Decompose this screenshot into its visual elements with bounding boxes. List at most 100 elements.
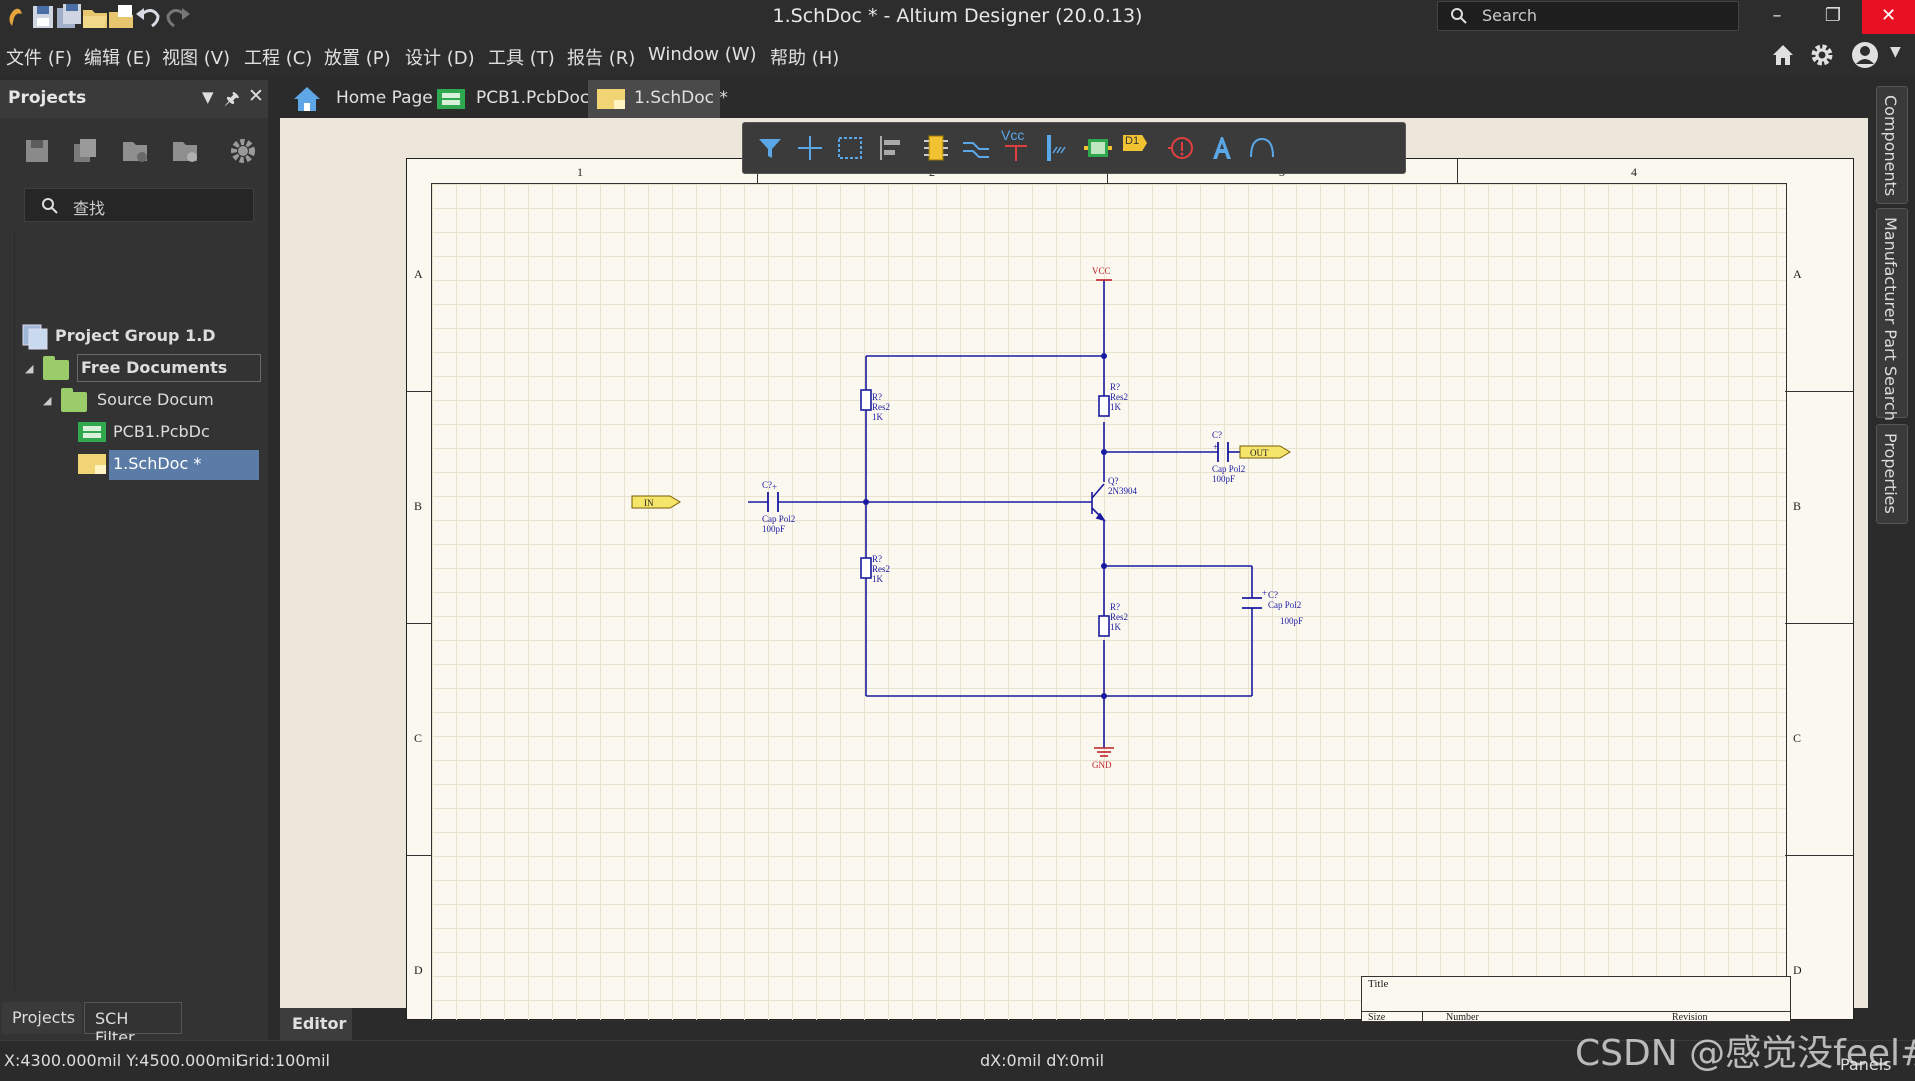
resistor-r2-body[interactable] [860,557,872,579]
select-area-icon[interactable] [833,131,867,165]
menu-help[interactable]: 帮助 (H) [770,44,839,70]
global-search-input[interactable]: Search [1437,1,1739,31]
menu-tools[interactable]: 工具 (T) [488,44,555,70]
menu-design[interactable]: 设计 (D) [405,44,475,70]
project-options-icon[interactable] [120,136,150,166]
save-project-icon[interactable] [22,136,52,166]
svg-text:C?: C? [1268,590,1278,600]
tree-free-documents[interactable]: ◢ Free Documents [21,354,261,382]
restore-button[interactable]: ❐ [1808,0,1858,34]
resistor-r4-body[interactable] [1098,615,1110,637]
svg-text:Res2: Res2 [872,402,890,412]
projects-panel-header: Projects ▼ 🖈 ✕ [0,80,268,118]
svg-text:R?: R? [872,554,882,564]
svg-text:1K: 1K [1110,622,1122,632]
close-button[interactable]: ✕ [1862,0,1915,34]
tree-project-group[interactable]: Project Group 1.D [21,322,251,350]
menu-bar: 文件 (F) 编辑 (E) 视图 (V) 工程 (C) 放置 (P) 设计 (D… [0,34,1915,76]
home-icon[interactable] [1770,42,1796,68]
tab-sch-doc[interactable]: 1.SchDoc * [588,80,728,118]
status-grid: Grid:100mil [236,1051,330,1070]
zone-col-4: 4 [1631,165,1637,179]
editor-tab[interactable]: Editor [280,1008,352,1040]
panel-menu-icon[interactable]: ▼ [202,88,214,106]
svg-text:Res2: Res2 [1110,392,1128,402]
tab-pcb-doc[interactable]: PCB1.PcbDoc [436,80,589,118]
pin-icon[interactable]: 🖈 [224,86,240,115]
pcb-doc-icon [78,422,106,442]
minimize-button[interactable]: – [1752,0,1802,34]
svg-text:+: + [772,482,777,492]
place-text-icon[interactable] [1205,131,1239,165]
expand-caret-icon[interactable]: ◢ [25,362,33,375]
port-in[interactable] [631,495,681,509]
project-group-icon [22,324,48,350]
move-cross-icon[interactable] [793,131,827,165]
cap-e-body[interactable] [1242,597,1262,609]
expand-caret-icon[interactable]: ◢ [43,394,51,407]
compile-icon[interactable] [70,136,100,166]
svg-text:GND: GND [1092,760,1112,770]
tree-sch-doc[interactable]: 1.SchDoc * [21,450,261,480]
folder-icon [61,388,87,412]
filter-icon[interactable] [753,131,787,165]
schematic-editor[interactable]: 1 2 3 4 A B C D A B C D Title Size Numbe… [280,118,1868,1023]
wires [748,280,1253,748]
place-wire-icon[interactable] [959,131,993,165]
tree-label: 1.SchDoc * [113,454,202,473]
svg-text:Cap Pol2: Cap Pol2 [1268,600,1301,610]
panel-settings-gear-icon[interactable] [228,136,258,166]
menu-edit[interactable]: 编辑 (E) [84,44,151,70]
add-existing-icon[interactable] [170,136,200,166]
tree-source-documents[interactable]: ◢ Source Docum [21,386,261,414]
panel-tab-manufacturer-part-search[interactable]: Manufacturer Part Search [1876,208,1908,421]
cap-in-body[interactable] [767,492,779,512]
close-panel-icon[interactable]: ✕ [248,85,264,107]
panel-tab-properties[interactable]: Properties [1876,424,1908,524]
resistor-r3-body[interactable] [1098,395,1110,417]
transistor-q1[interactable] [1091,483,1106,522]
status-delta: dX:0mil dY:0mil [980,1051,1105,1070]
tab-home-page[interactable]: Home Page [288,80,433,118]
pcb-doc-icon [437,89,465,109]
menu-place[interactable]: 放置 (P) [324,44,391,70]
cap-out-body[interactable] [1217,442,1229,462]
tab-projects[interactable]: Projects [2,1002,82,1034]
svg-text:R?: R? [872,392,882,402]
resistor-r1-body[interactable] [860,389,872,411]
tree-pcb-doc[interactable]: PCB1.PcbDc [21,418,261,446]
svg-text:1K: 1K [1110,402,1122,412]
settings-gear-icon[interactable] [1809,42,1835,68]
place-net-label-icon[interactable]: D1 [1121,133,1155,157]
project-tree: Project Group 1.D ◢ Free Documents ◢ Sou… [14,230,263,990]
projects-bottom-tabs: Projects SCH Filter [0,1002,268,1047]
menu-file[interactable]: 文件 (F) [6,44,72,70]
align-icon[interactable] [873,131,907,165]
drawing-area[interactable]: Title Size Number Revision R? Res2 1K R?… [431,183,1791,1023]
schematic-sheet[interactable]: 1 2 3 4 A B C D A B C D Title Size Numbe… [406,158,1854,1023]
menu-reports[interactable]: 报告 (R) [567,44,635,70]
menu-view[interactable]: 视图 (V) [162,44,230,70]
place-sheet-symbol-icon[interactable] [1081,131,1115,165]
svg-text:IN: IN [644,498,654,508]
place-part-icon[interactable] [919,131,953,165]
sch-doc-icon [78,454,106,474]
tab-sch-filter[interactable]: SCH Filter [84,1002,182,1047]
menu-window[interactable]: Window (W) [648,44,757,65]
panel-tab-components[interactable]: Components [1876,86,1908,204]
svg-text:R?: R? [1110,602,1120,612]
zone-row-b-left: B [414,499,423,513]
account-dropdown-icon[interactable]: ▼ [1890,44,1901,60]
gnd-power-port[interactable] [1094,747,1114,757]
svg-text:Cap Pol2: Cap Pol2 [762,514,795,524]
place-power-port-icon[interactable]: Vcc [999,127,1033,161]
place-directive-icon[interactable] [1165,131,1199,165]
menu-project[interactable]: 工程 (C) [244,44,312,70]
place-arc-icon[interactable] [1245,131,1279,165]
place-bus-entry-icon[interactable] [1041,131,1075,165]
search-placeholder: Search [1482,6,1537,25]
project-search-input[interactable]: 查找 [24,188,254,222]
svg-text:R?: R? [1110,382,1120,392]
user-account-icon[interactable] [1850,40,1880,70]
svg-text:2N3904: 2N3904 [1108,486,1137,496]
